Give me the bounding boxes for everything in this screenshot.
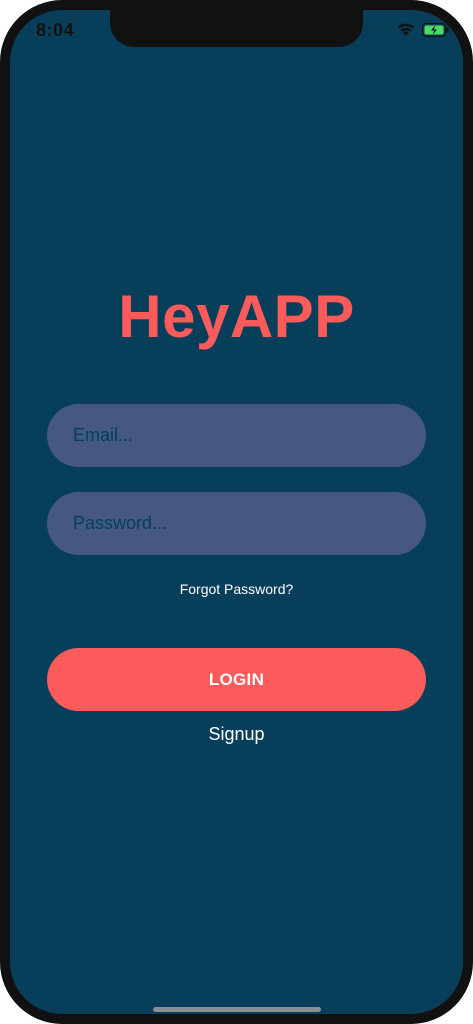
battery-charging-icon [422, 22, 449, 37]
device-notch [110, 10, 363, 47]
cellular-signal-icon [365, 27, 390, 32]
signup-link[interactable]: Signup [10, 724, 463, 745]
device-frame: 8:04 HeyAPP Email... Forgot Password? LO… [0, 0, 473, 1024]
login-button[interactable]: LOGIN [47, 648, 426, 711]
wifi-icon [396, 22, 416, 37]
status-time: 8:04 [36, 20, 75, 40]
home-indicator[interactable] [153, 1007, 321, 1012]
status-icons [365, 22, 449, 37]
app-screen: 8:04 HeyAPP Email... Forgot Password? LO… [10, 10, 463, 1014]
email-input[interactable] [47, 404, 426, 467]
app-logo-title: HeyAPP [118, 283, 355, 350]
password-input[interactable] [47, 492, 426, 555]
forgot-password-link[interactable]: Forgot Password? [10, 581, 463, 597]
